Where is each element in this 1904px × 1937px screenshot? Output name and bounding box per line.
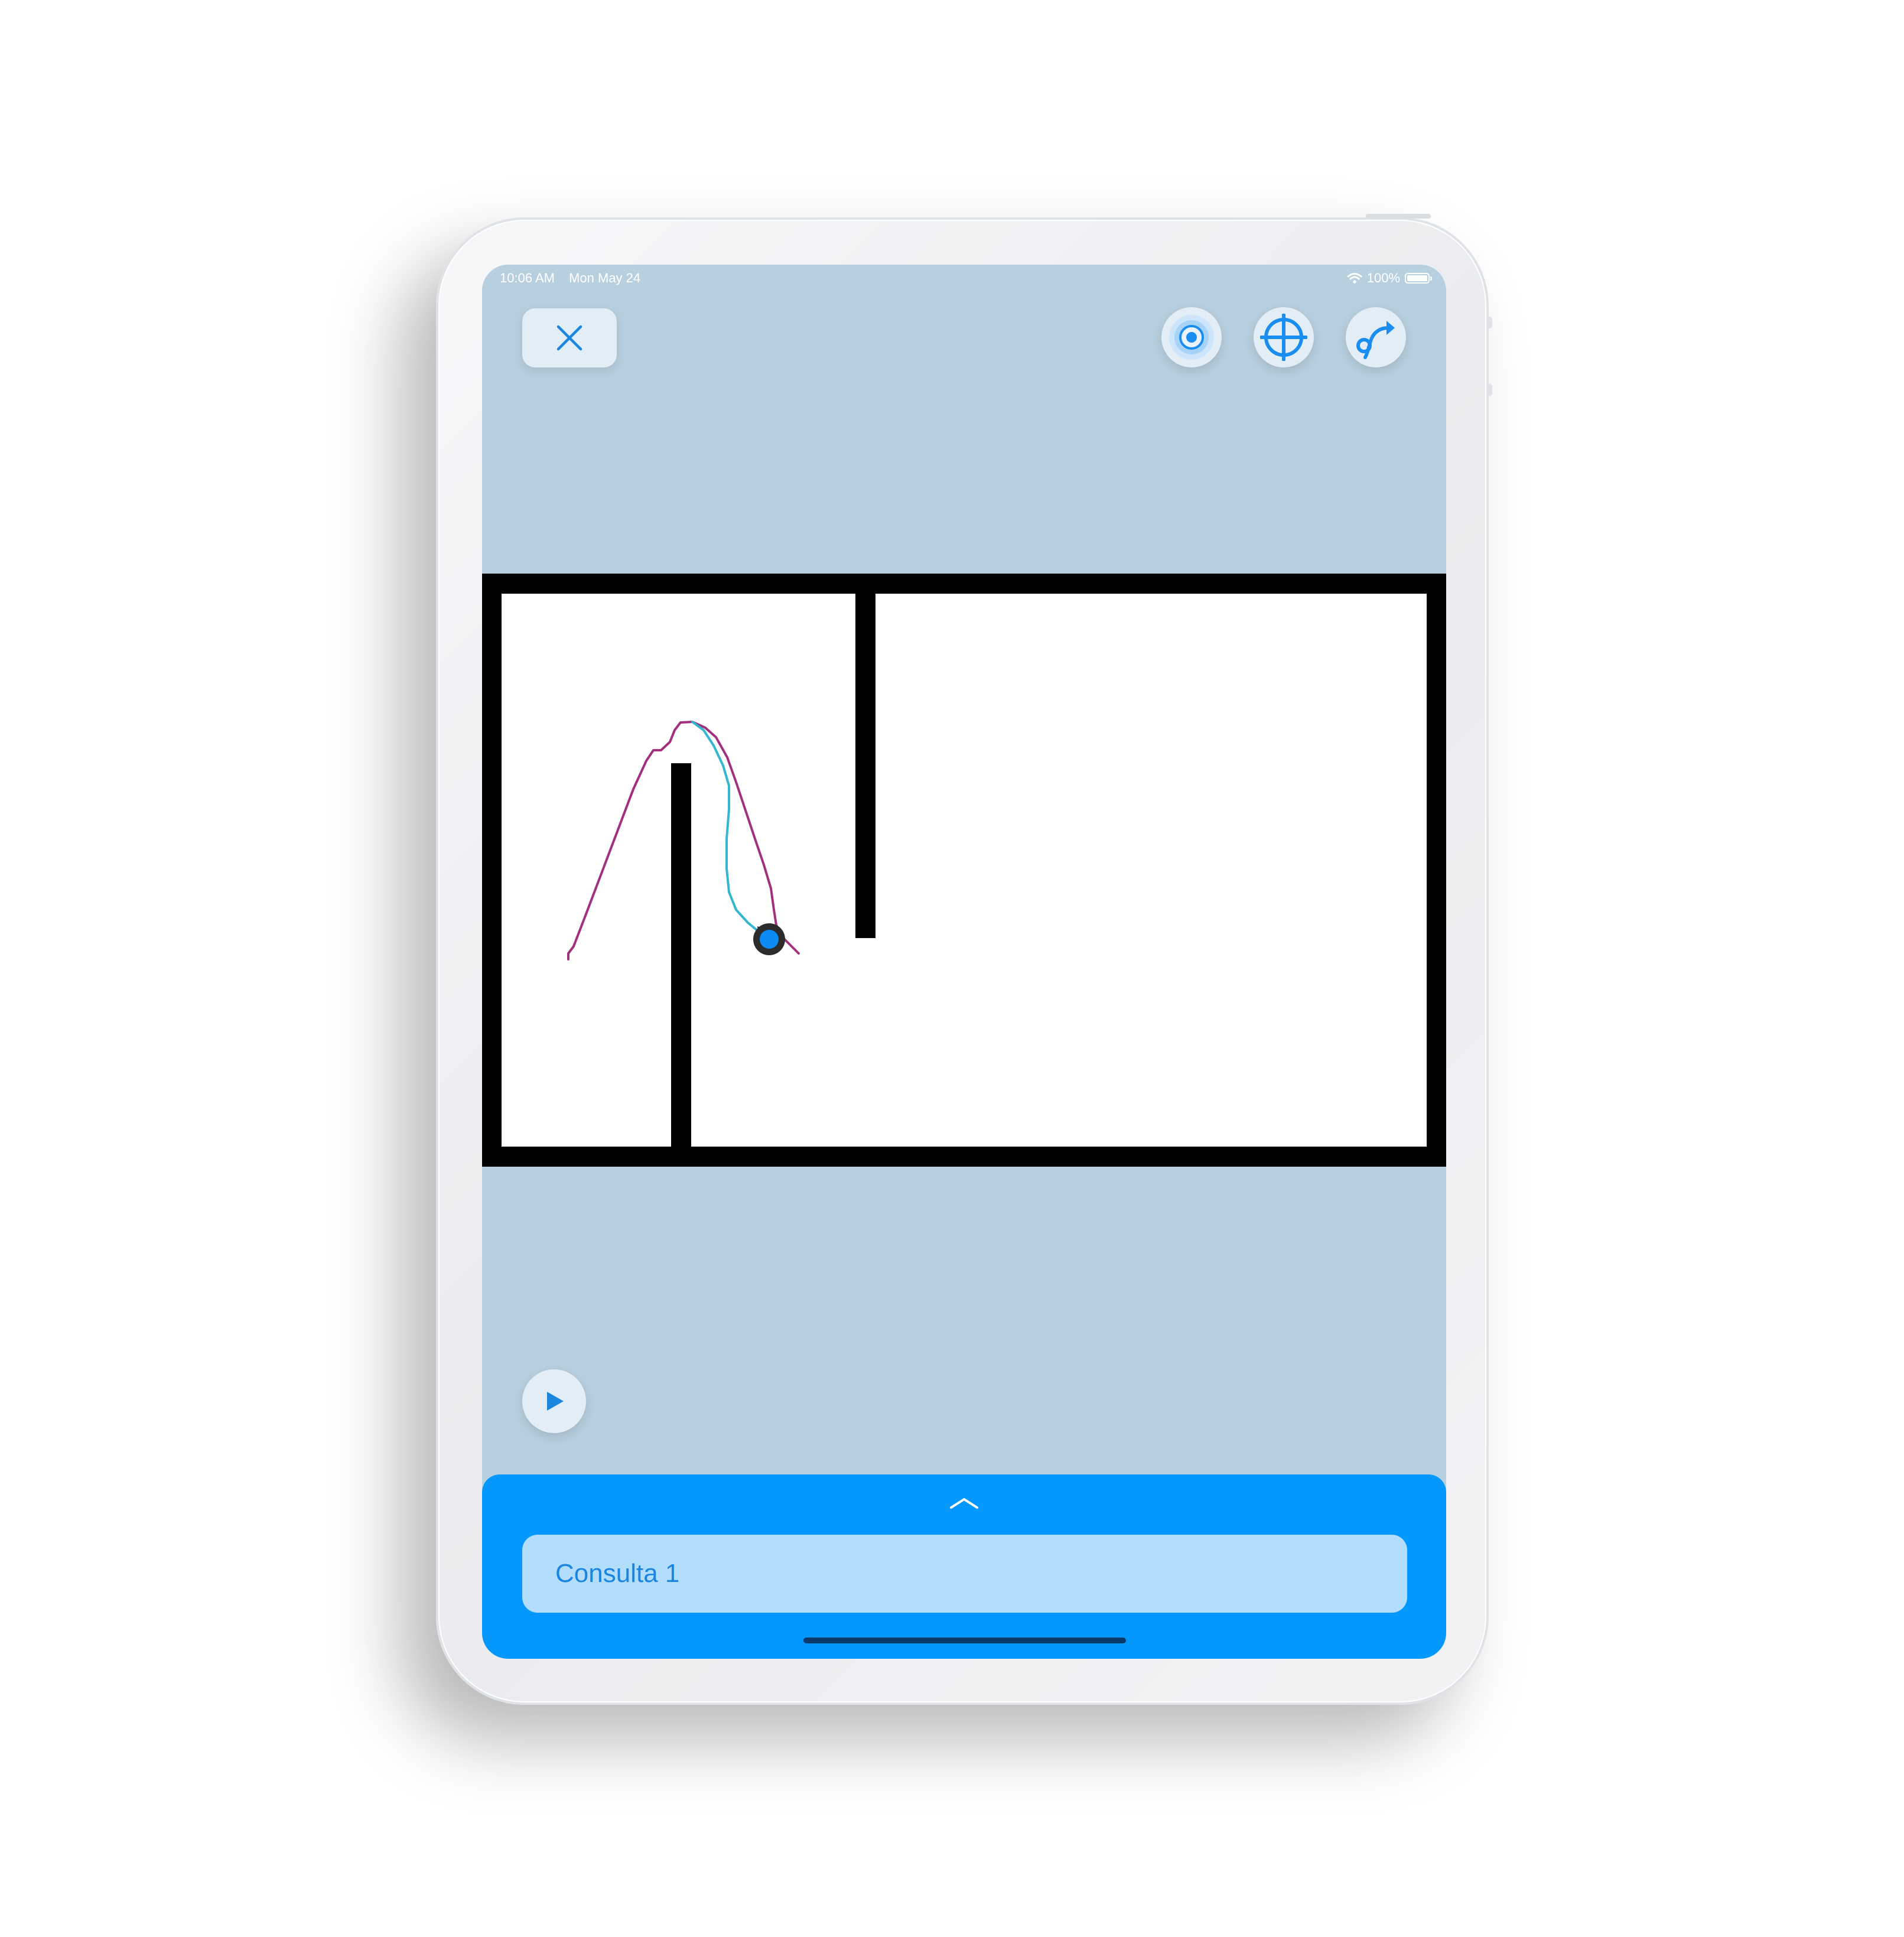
close-icon bbox=[556, 325, 582, 351]
interior-wall bbox=[671, 763, 691, 1159]
target-rings-icon bbox=[1169, 315, 1214, 360]
battery-percent: 100% bbox=[1366, 271, 1400, 285]
route-arrow-icon bbox=[1356, 321, 1395, 359]
home-indicator[interactable] bbox=[803, 1638, 1126, 1643]
room-outline bbox=[482, 574, 1446, 1167]
status-date: Mon May 24 bbox=[569, 271, 641, 285]
device-volume-button bbox=[1486, 384, 1492, 396]
crosshair-icon bbox=[1260, 314, 1307, 361]
beacon-button[interactable] bbox=[1161, 307, 1222, 367]
close-button[interactable] bbox=[522, 308, 617, 367]
chevron-up-icon[interactable] bbox=[948, 1496, 981, 1510]
route-button[interactable] bbox=[1346, 307, 1406, 367]
play-icon bbox=[547, 1392, 564, 1411]
bottom-sheet[interactable]: Consulta 1 bbox=[482, 1474, 1446, 1659]
wifi-icon bbox=[1347, 273, 1362, 284]
status-bar: 10:06 AM Mon May 24 100% bbox=[482, 265, 1446, 291]
device-top-button bbox=[1366, 214, 1431, 219]
device-volume-button bbox=[1486, 317, 1492, 328]
app-screen: 10:06 AM Mon May 24 100% Consulta 1 bbox=[482, 265, 1446, 1659]
battery-icon bbox=[1405, 273, 1432, 284]
floor-plan-map[interactable] bbox=[482, 573, 1446, 1167]
interior-wall bbox=[855, 591, 875, 938]
crosshair-button[interactable] bbox=[1254, 307, 1314, 367]
status-time: 10:06 AM bbox=[500, 271, 555, 285]
position-marker bbox=[753, 923, 785, 955]
search-field[interactable]: Consulta 1 bbox=[522, 1535, 1407, 1613]
play-button[interactable] bbox=[522, 1369, 586, 1433]
search-field-value: Consulta 1 bbox=[555, 1559, 680, 1588]
